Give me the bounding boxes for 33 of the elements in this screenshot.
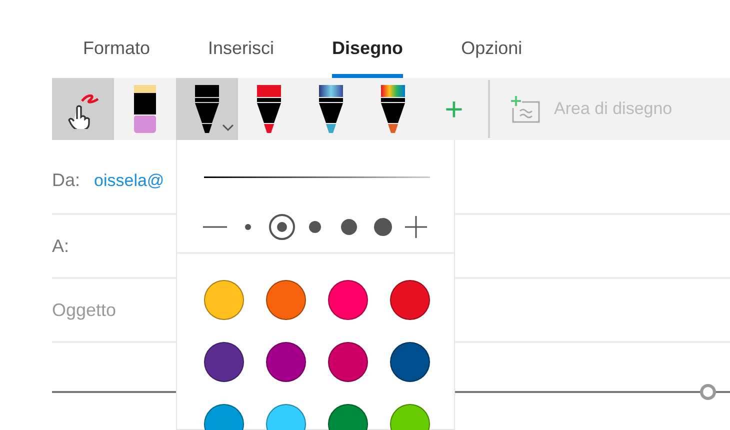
dot-icon <box>374 218 392 236</box>
touch-draw-button[interactable] <box>52 78 114 140</box>
sender-address[interactable]: oissela@ <box>94 168 164 194</box>
plus-icon <box>404 215 428 239</box>
pen-icon <box>193 85 221 133</box>
increase-size-button[interactable] <box>404 215 428 239</box>
pen-icon <box>317 85 345 133</box>
dot-icon <box>276 222 287 232</box>
slider-thumb[interactable] <box>700 384 716 400</box>
canvas-add-icon <box>510 95 540 123</box>
color-swatch[interactable] <box>204 342 244 382</box>
pen-icon <box>379 85 407 133</box>
tab[interactable]: Inserisci <box>208 30 274 78</box>
size-option[interactable] <box>268 214 295 240</box>
color-swatch[interactable] <box>390 342 430 382</box>
highlighter-icon <box>131 85 159 133</box>
dot-icon <box>309 221 322 233</box>
tab[interactable]: Formato <box>83 30 150 78</box>
color-swatch[interactable] <box>204 280 244 320</box>
color-swatch[interactable] <box>328 280 368 320</box>
minus-icon <box>203 226 227 228</box>
field-label: Da: <box>52 169 80 192</box>
pen-button[interactable] <box>176 78 238 140</box>
color-swatch[interactable] <box>328 342 368 382</box>
tab[interactable]: Opzioni <box>461 30 522 78</box>
field-label: A: <box>52 234 70 258</box>
dot-icon <box>244 224 251 230</box>
dot-icon <box>341 219 358 235</box>
color-swatch[interactable] <box>266 342 306 382</box>
color-swatch[interactable] <box>266 280 306 320</box>
color-swatch[interactable] <box>390 280 430 320</box>
pen-icon <box>255 85 283 133</box>
chevron-icon <box>222 124 234 132</box>
